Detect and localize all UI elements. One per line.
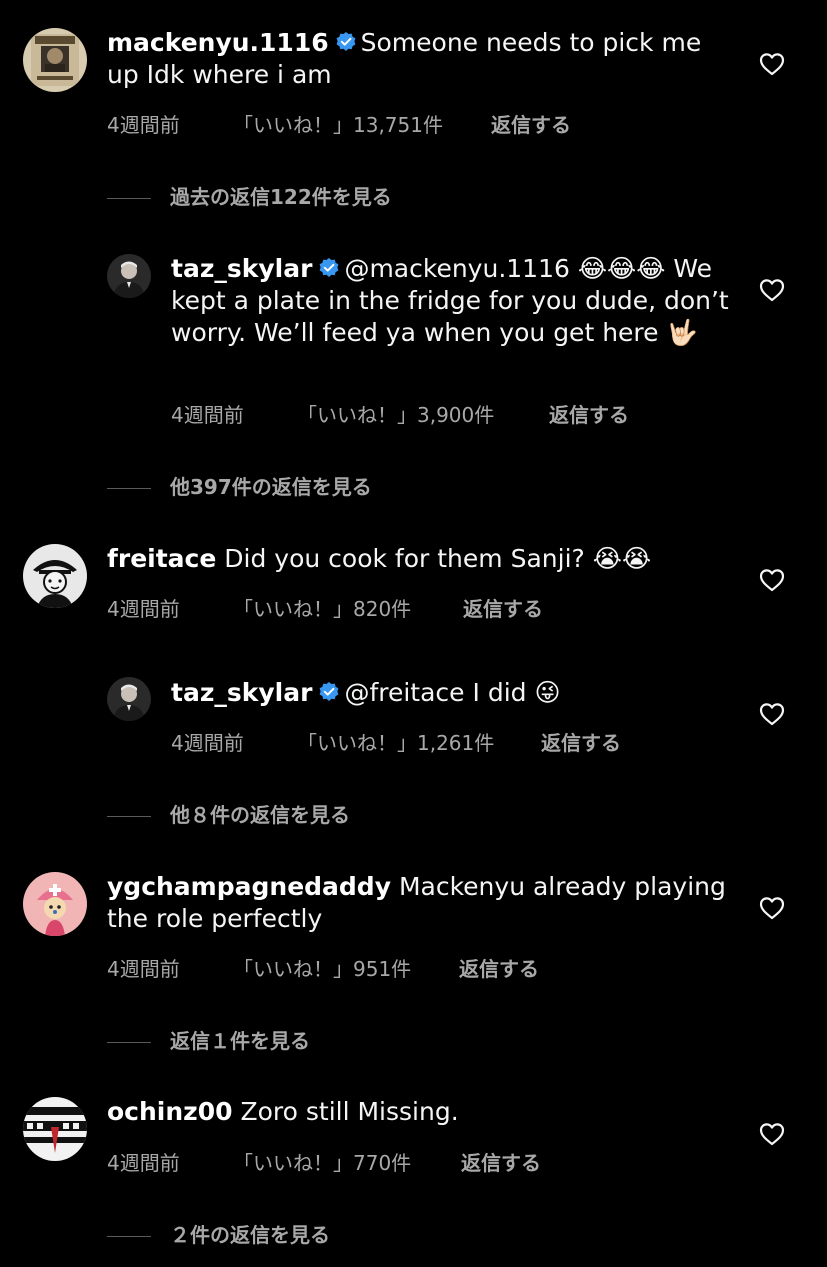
user-avatar[interactable] (23, 28, 87, 92)
comment-text-block: mackenyu.1116 Someone needs to pick me up… (107, 27, 727, 91)
comment-text-block: freitace Did you cook for them Sanji? 😭😭 (107, 543, 727, 575)
comment-meta: 4週間前 「いいね！」13,751件 返信する (107, 109, 571, 138)
wanted-poster-avatar-icon (23, 28, 87, 92)
comment-body: Did you cook for them Sanji? 😭😭 (224, 544, 652, 573)
comment-likes-count[interactable]: 「いいね！」951件 (233, 953, 459, 982)
comment-likes-count[interactable]: 「いいね！」770件 (233, 1147, 461, 1176)
divider-line (107, 816, 151, 817)
like-heart-icon[interactable] (759, 568, 785, 592)
divider-line (107, 198, 151, 199)
comment-likes-count[interactable]: 「いいね！」13,751件 (233, 109, 491, 138)
view-replies-label: ２件の返信を見る (170, 1223, 330, 1247)
we-are-tokyo-avatar-icon (23, 1097, 87, 1161)
manga-avatar-icon (23, 544, 87, 608)
comment-time: 4週間前 (107, 597, 180, 621)
user-avatar[interactable] (107, 677, 151, 721)
comment-username[interactable]: ochinz00 (107, 1097, 233, 1126)
comment-time: 4週間前 (107, 113, 180, 137)
comment-meta: 4週間前 「いいね！」820件 返信する (107, 593, 543, 622)
comment-username[interactable]: freitace (107, 544, 216, 573)
comment-text-block: taz_skylar @freitace I did 😜 (171, 677, 731, 709)
comment-username[interactable]: taz_skylar (171, 678, 312, 707)
reply-button[interactable]: 返信する (549, 399, 629, 428)
person-avatar-icon (107, 677, 151, 721)
reply-button[interactable]: 返信する (461, 1147, 541, 1176)
comment-body: @freitace I did 😜 (344, 678, 561, 707)
like-heart-icon[interactable] (759, 702, 785, 726)
divider-line (107, 1042, 151, 1043)
reply-button[interactable]: 返信する (463, 593, 543, 622)
reply-button[interactable]: 返信する (459, 953, 539, 982)
reply-button[interactable]: 返信する (491, 109, 571, 138)
view-replies-link[interactable]: 返信１件を見る (107, 1025, 310, 1054)
comment-likes-count[interactable]: 「いいね！」3,900件 (297, 399, 549, 428)
user-avatar[interactable] (23, 1097, 87, 1161)
divider-line (107, 1236, 151, 1237)
like-heart-icon[interactable] (759, 52, 785, 76)
view-replies-label: 返信１件を見る (170, 1029, 310, 1053)
verified-badge-icon (335, 31, 357, 53)
comment-time: 4週間前 (171, 731, 244, 755)
divider-line (107, 488, 151, 489)
comment-meta: 4週間前 「いいね！」770件 返信する (107, 1147, 541, 1176)
comment-meta: 4週間前 「いいね！」951件 返信する (107, 953, 539, 982)
user-avatar[interactable] (23, 872, 87, 936)
reply-button[interactable]: 返信する (541, 727, 621, 756)
comment-username[interactable]: ygchampagnedaddy (107, 872, 391, 901)
comment-time: 4週間前 (107, 1151, 180, 1175)
user-avatar[interactable] (107, 254, 151, 298)
verified-badge-icon (318, 257, 340, 279)
like-heart-icon[interactable] (759, 278, 785, 302)
comment-meta: 4週間前 「いいね！」3,900件 返信する (171, 399, 629, 428)
comment-body: Zoro still Missing. (240, 1097, 459, 1126)
comment-username[interactable]: taz_skylar (171, 254, 312, 283)
view-replies-label: 他８件の返信を見る (170, 803, 350, 827)
comment-likes-count[interactable]: 「いいね！」1,261件 (297, 727, 541, 756)
comment-username[interactable]: mackenyu.1116 (107, 28, 329, 57)
view-replies-link[interactable]: 過去の返信122件を見る (107, 181, 392, 210)
comment-time: 4週間前 (171, 403, 244, 427)
verified-badge-icon (318, 681, 340, 703)
user-avatar[interactable] (23, 544, 87, 608)
like-heart-icon[interactable] (759, 896, 785, 920)
comment-text-block: taz_skylar @mackenyu.1116 😂😂😂 We kept a p… (171, 253, 731, 349)
view-replies-link[interactable]: 他８件の返信を見る (107, 799, 350, 828)
like-heart-icon[interactable] (759, 1122, 785, 1146)
view-replies-link[interactable]: 他397件の返信を見る (107, 471, 372, 500)
view-replies-label: 過去の返信122件を見る (170, 185, 392, 209)
chopper-avatar-icon (23, 872, 87, 936)
comment-text-block: ygchampagnedaddy Mackenyu already playin… (107, 871, 727, 935)
person-avatar-icon (107, 254, 151, 298)
comment-time: 4週間前 (107, 957, 180, 981)
view-replies-link[interactable]: ２件の返信を見る (107, 1219, 330, 1248)
comment-meta: 4週間前 「いいね！」1,261件 返信する (171, 727, 621, 756)
view-replies-label: 他397件の返信を見る (170, 475, 372, 499)
comment-likes-count[interactable]: 「いいね！」820件 (233, 593, 463, 622)
comment-text-block: ochinz00 Zoro still Missing. (107, 1096, 727, 1128)
